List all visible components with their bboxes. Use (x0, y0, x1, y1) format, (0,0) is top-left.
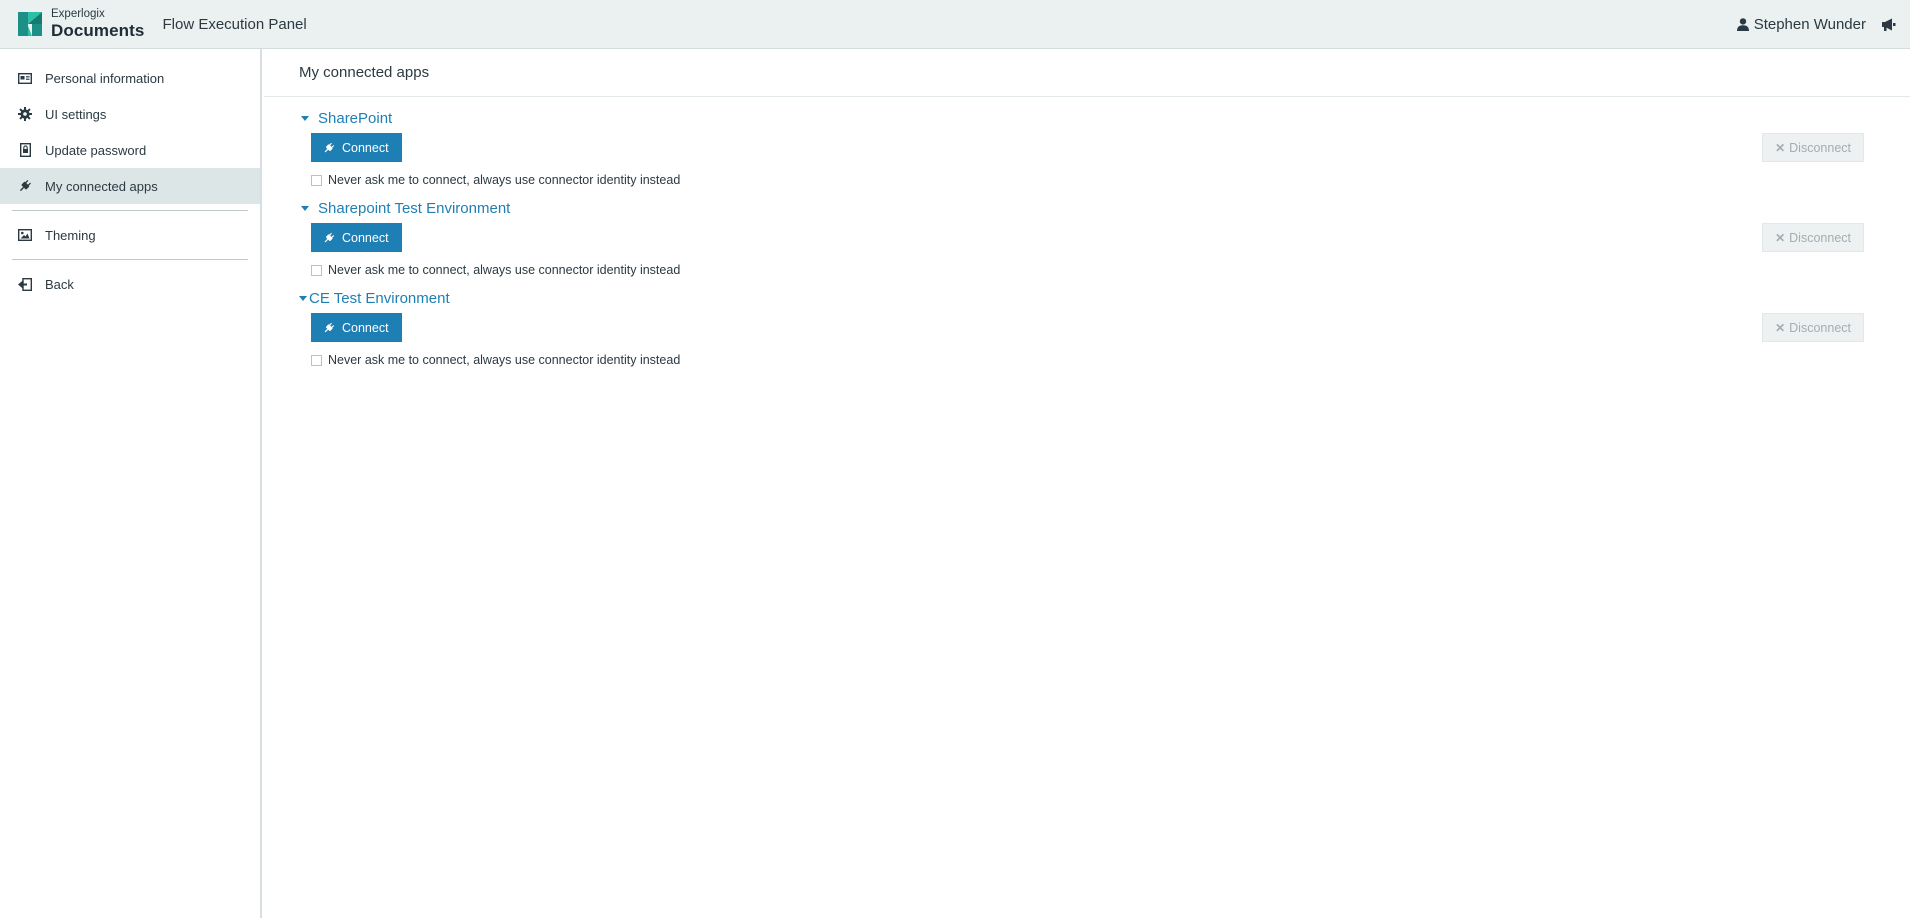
sidebar-divider (12, 259, 248, 260)
caret-down-icon (299, 295, 307, 301)
connect-button[interactable]: Connect (311, 133, 402, 162)
top-header: Experlogix Documents Flow Execution Pane… (0, 0, 1910, 49)
app-name: SharePoint (318, 109, 393, 127)
sidebar-item-my-connected-apps[interactable]: My connected apps (0, 168, 260, 204)
image-icon (18, 228, 32, 242)
connected-app: Sharepoint Test Environment Connect ✕ Di… (299, 197, 1864, 278)
never-ask-label: Never ask me to connect, always use conn… (328, 173, 681, 187)
disconnect-label: Disconnect (1789, 230, 1851, 245)
sidebar: Personal information UI settings Update … (0, 49, 262, 918)
page-title: My connected apps (299, 64, 430, 81)
lock-icon (18, 143, 32, 157)
app-toggle[interactable]: CE Test Environment (299, 287, 1864, 309)
logo-brand: Experlogix (51, 8, 105, 21)
connected-apps-list: SharePoint Connect ✕ Disconnect Never as… (264, 97, 1910, 368)
app-title: Flow Execution Panel (162, 15, 307, 33)
logo-mark-icon (18, 12, 42, 36)
back-arrow-icon (18, 277, 32, 291)
connect-label: Connect (342, 230, 389, 245)
gear-icon (18, 107, 32, 121)
disconnect-label: Disconnect (1789, 320, 1851, 335)
caret-down-icon (301, 115, 309, 121)
never-ask-option[interactable]: Never ask me to connect, always use conn… (299, 172, 1864, 188)
sidebar-item-ui-settings[interactable]: UI settings (0, 96, 260, 132)
never-ask-option[interactable]: Never ask me to connect, always use conn… (299, 262, 1864, 278)
megaphone-icon (1882, 18, 1896, 31)
sidebar-item-label: My connected apps (45, 178, 158, 194)
never-ask-checkbox[interactable] (311, 354, 322, 366)
plug-icon (18, 179, 32, 193)
plug-icon (324, 232, 335, 242)
never-ask-checkbox[interactable] (311, 174, 322, 186)
logo-wordmark: Experlogix Documents (51, 9, 144, 39)
plug-icon (324, 322, 335, 332)
connect-button[interactable]: Connect (311, 223, 402, 252)
connect-label: Connect (342, 320, 389, 335)
app-toggle[interactable]: Sharepoint Test Environment (299, 197, 1864, 219)
app-toggle[interactable]: SharePoint (299, 107, 1864, 129)
logo-product: Documents (51, 20, 145, 40)
never-ask-checkbox[interactable] (311, 264, 322, 276)
app-actions: Connect ✕ Disconnect (299, 133, 1864, 162)
user-name: Stephen Wunder (1753, 15, 1866, 33)
app-name: CE Test Environment (309, 289, 450, 307)
sidebar-item-theming[interactable]: Theming (0, 217, 260, 253)
never-ask-label: Never ask me to connect, always use conn… (328, 353, 681, 367)
id-card-icon (18, 71, 32, 85)
never-ask-label: Never ask me to connect, always use conn… (328, 263, 681, 277)
user-icon (1736, 17, 1749, 31)
disconnect-button[interactable]: ✕ Disconnect (1762, 313, 1864, 342)
sidebar-item-update-password[interactable]: Update password (0, 132, 260, 168)
disconnect-button[interactable]: ✕ Disconnect (1762, 133, 1864, 162)
connect-label: Connect (342, 140, 389, 155)
close-icon: ✕ (1775, 320, 1786, 335)
disconnect-label: Disconnect (1789, 140, 1851, 155)
sidebar-item-label: Theming (45, 227, 96, 243)
announcements-button[interactable] (1881, 18, 1896, 31)
sidebar-item-label: Back (45, 276, 74, 292)
close-icon: ✕ (1775, 230, 1786, 245)
disconnect-button[interactable]: ✕ Disconnect (1762, 223, 1864, 252)
sidebar-item-label: Update password (45, 142, 147, 158)
sidebar-item-back[interactable]: Back (0, 266, 260, 302)
close-icon: ✕ (1775, 140, 1786, 155)
caret-down-icon (301, 205, 309, 211)
sidebar-item-label: Personal information (45, 70, 165, 86)
user-menu[interactable]: Stephen Wunder (1736, 15, 1866, 33)
plug-icon (324, 142, 335, 152)
app-logo[interactable]: Experlogix Documents (18, 9, 144, 39)
app-actions: Connect ✕ Disconnect (299, 313, 1864, 342)
connected-app: CE Test Environment Connect ✕ Disconnect… (299, 287, 1864, 368)
sidebar-item-personal-information[interactable]: Personal information (0, 60, 260, 96)
app-name: Sharepoint Test Environment (318, 199, 511, 217)
connected-app: SharePoint Connect ✕ Disconnect Never as… (299, 107, 1864, 188)
connect-button[interactable]: Connect (311, 313, 402, 342)
page-title-bar: My connected apps (264, 49, 1910, 97)
sidebar-item-label: UI settings (45, 106, 107, 122)
never-ask-option[interactable]: Never ask me to connect, always use conn… (299, 352, 1864, 368)
app-actions: Connect ✕ Disconnect (299, 223, 1864, 252)
sidebar-divider (12, 210, 248, 211)
header-right: Stephen Wunder (1736, 15, 1896, 33)
main-content: My connected apps SharePoint Connect ✕ D… (264, 49, 1910, 918)
